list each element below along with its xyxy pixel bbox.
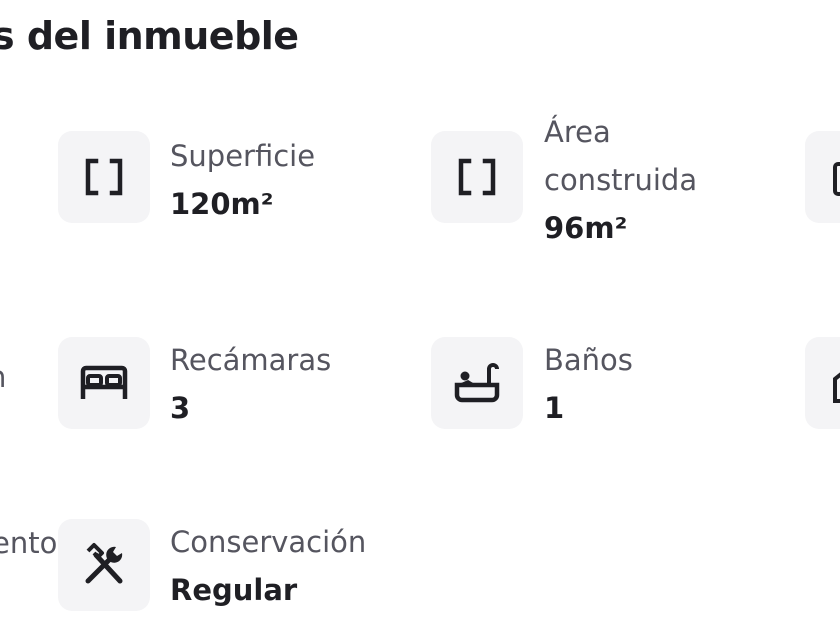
feature-value: 120m² [170, 187, 274, 221]
house-icon [805, 337, 840, 429]
property-details-page: s del inmueble Superficie 120m² Área con… [0, 0, 840, 630]
feature-value: 96m² [544, 211, 628, 245]
feature-value: 3 [170, 391, 191, 425]
feature-label: Superficie [170, 139, 316, 173]
cut-off-label: ento [0, 526, 58, 560]
area-brackets-icon [58, 131, 150, 223]
cut-off-label: n [0, 360, 6, 394]
area-brackets-icon [431, 131, 523, 223]
feature-label: Conservación [170, 525, 367, 559]
section-title: s del inmueble [0, 14, 299, 58]
feature-label: Baños [544, 343, 633, 377]
feature-label: Recámaras [170, 343, 332, 377]
feature-label: construida [544, 163, 698, 197]
tools-icon [58, 519, 150, 611]
calendar-icon [805, 131, 840, 223]
feature-value: 1 [544, 391, 565, 425]
feature-label: Área [544, 115, 611, 149]
bed-icon [58, 337, 150, 429]
bathtub-icon [431, 337, 523, 429]
feature-value: Regular [170, 573, 298, 607]
